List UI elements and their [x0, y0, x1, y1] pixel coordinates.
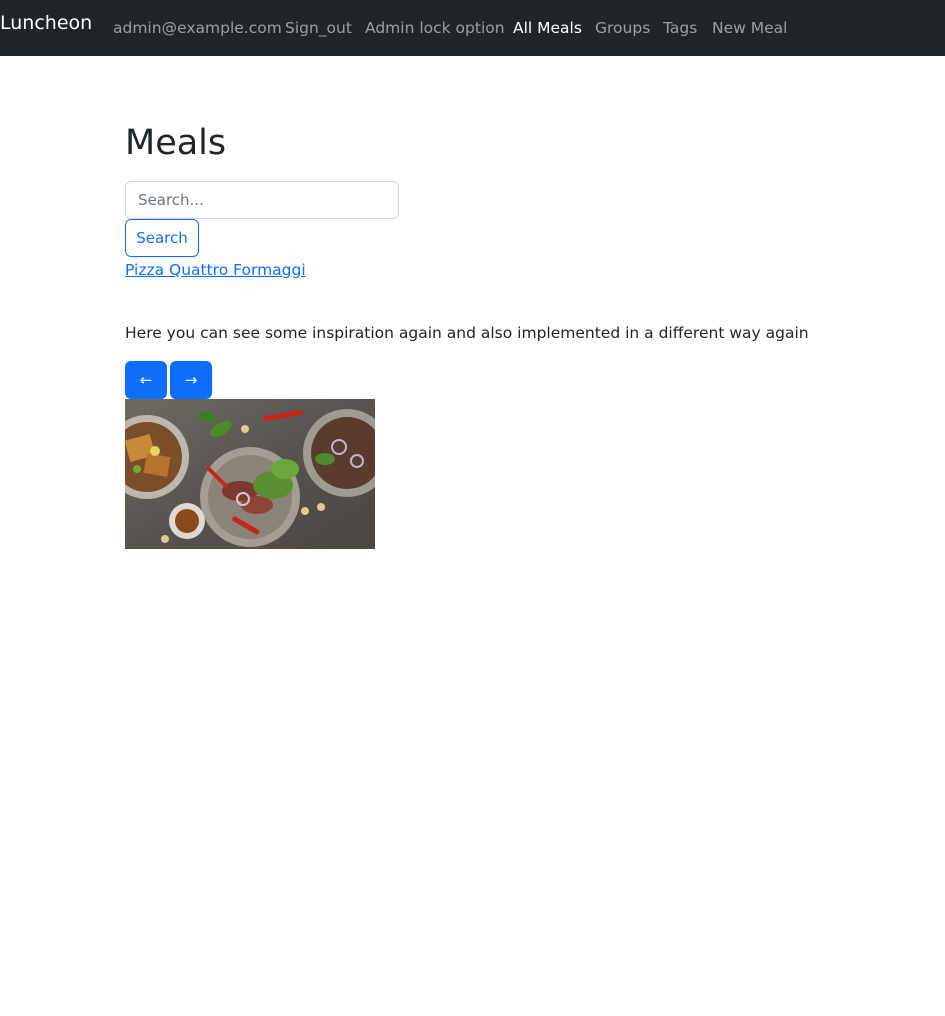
nav-link-tags[interactable]: Tags — [663, 17, 697, 39]
carousel-food-image — [125, 399, 375, 549]
search-input[interactable] — [125, 181, 399, 219]
nav-link-sign-out[interactable]: Sign_out — [285, 17, 352, 39]
nav-link-new-meal[interactable]: New Meal — [712, 17, 787, 39]
nav-link-admin-lock-option[interactable]: Admin lock option — [365, 17, 505, 39]
food-photo-icon — [125, 399, 375, 549]
nav-link-all-meals[interactable]: All Meals — [513, 17, 582, 39]
carousel-prev-button[interactable]: ← — [125, 361, 167, 399]
search-button[interactable]: Search — [125, 219, 199, 257]
meal-link-pizza-quattro-formaggi[interactable]: Pizza Quattro Formaggi — [125, 259, 306, 281]
navbar-links: admin@example.com Sign_out Admin lock op… — [0, 0, 945, 56]
nav-link-groups[interactable]: Groups — [595, 17, 650, 39]
nav-link-user-email[interactable]: admin@example.com — [113, 17, 282, 39]
page-title: Meals — [125, 123, 227, 163]
navbar: Luncheon admin@example.com Sign_out Admi… — [0, 0, 945, 56]
inspiration-text: Here you can see some inspiration again … — [125, 324, 809, 342]
carousel-next-button[interactable]: → — [170, 361, 212, 399]
